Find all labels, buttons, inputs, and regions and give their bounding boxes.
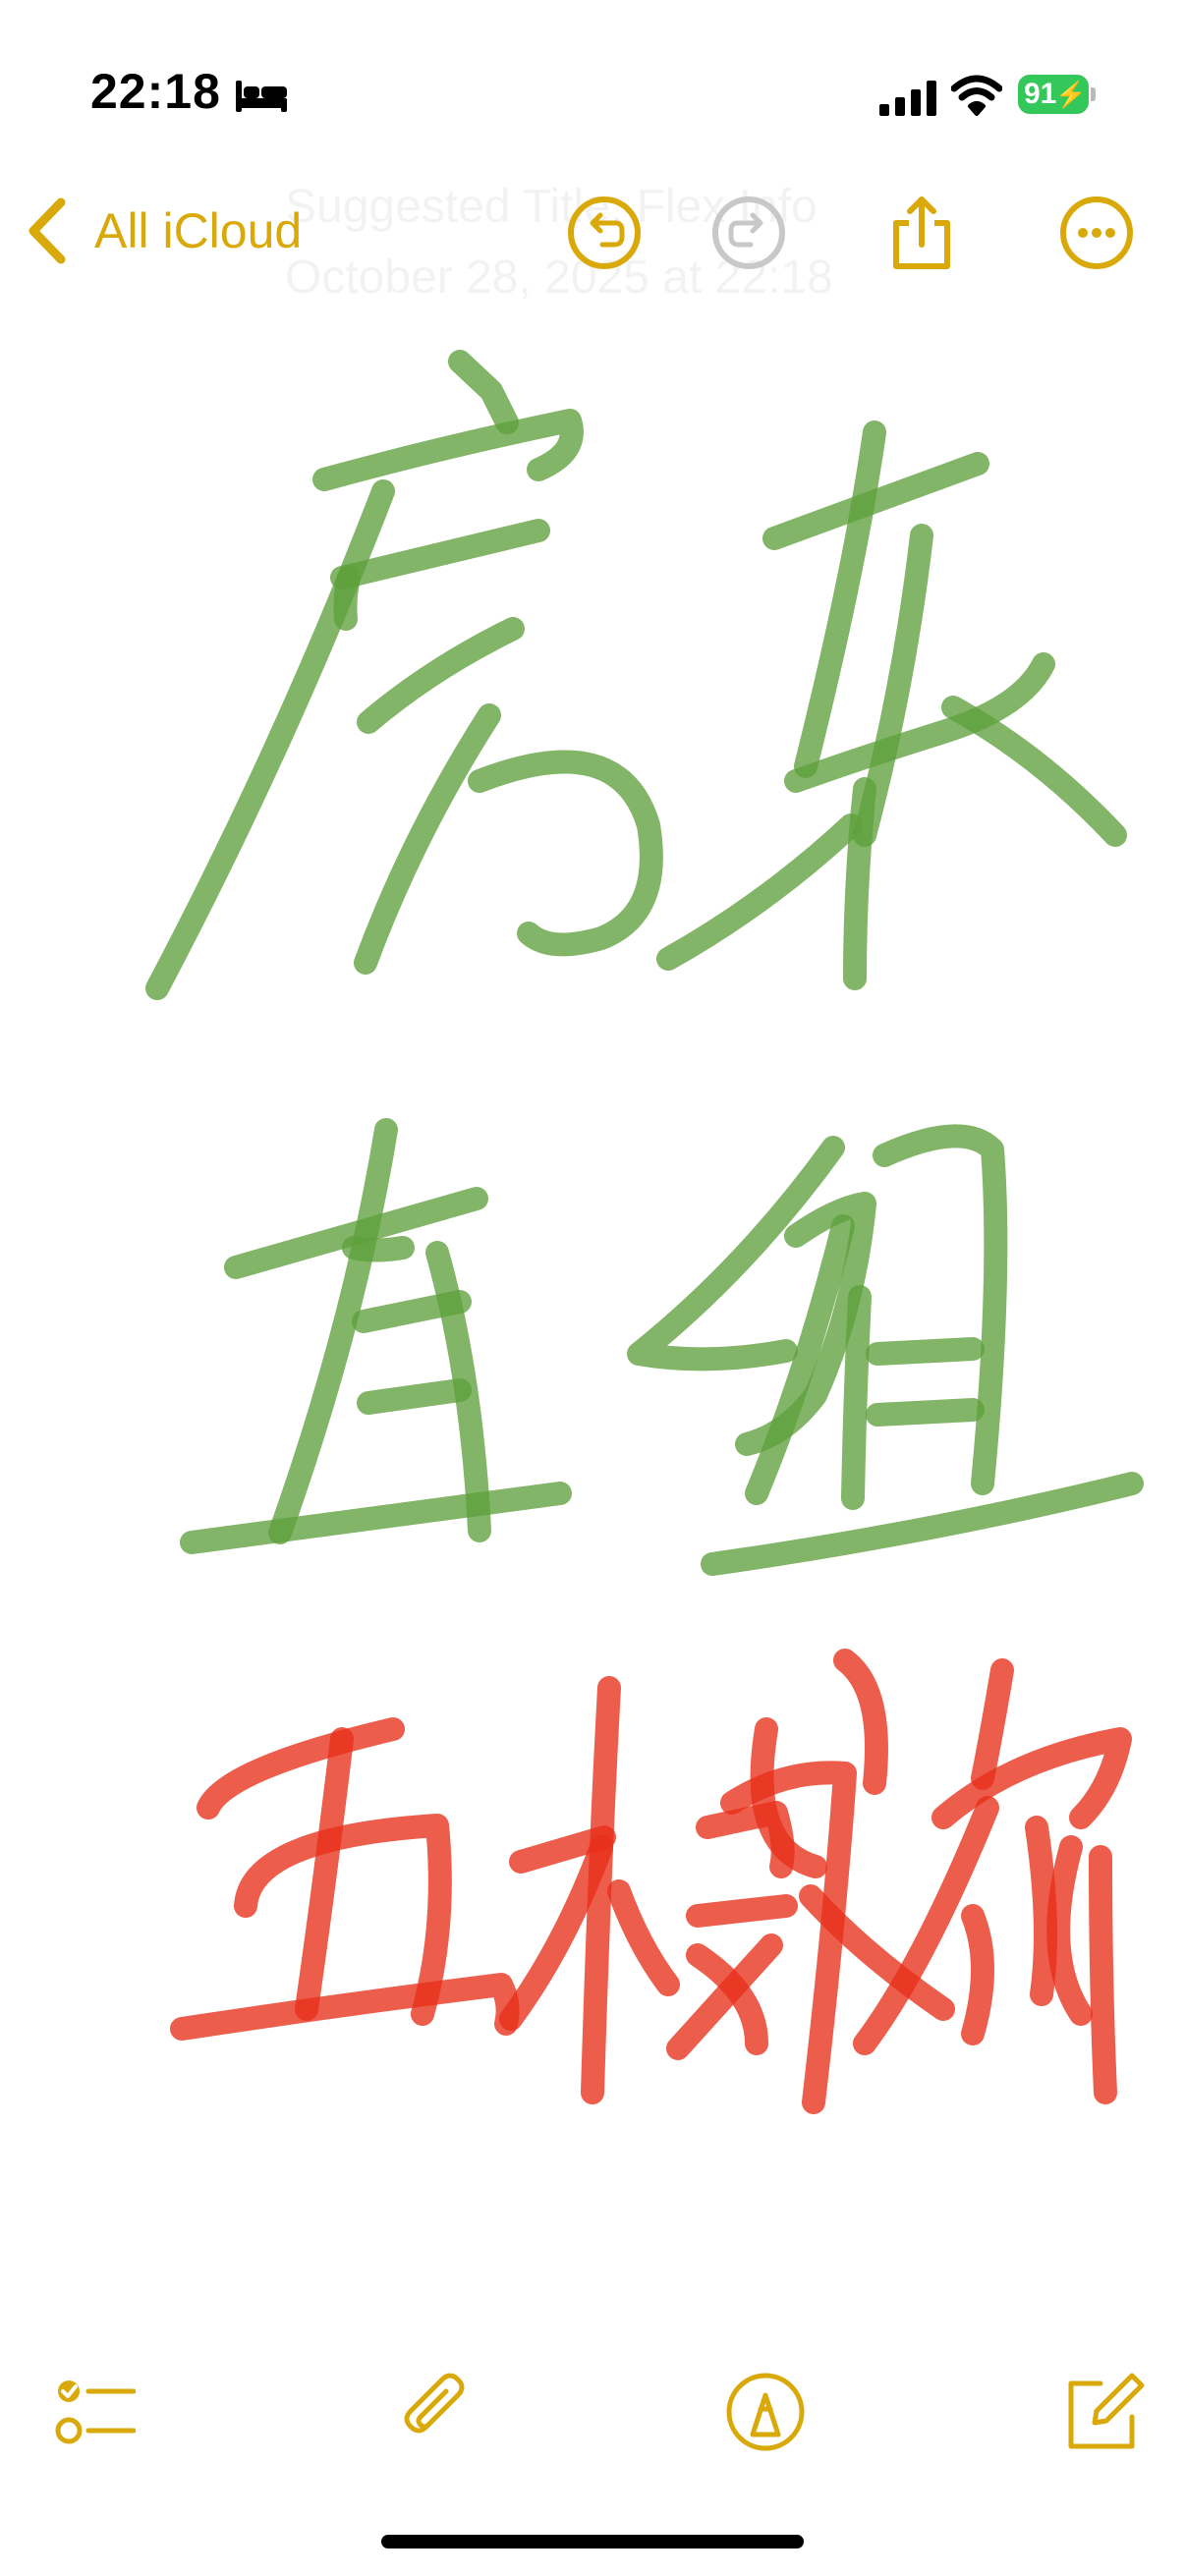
wifi-icon — [951, 75, 1002, 116]
battery-tip — [1091, 87, 1096, 101]
redo-icon[interactable] — [709, 194, 788, 272]
handwritten-character-2 — [656, 420, 1127, 990]
status-time: 22:18 — [90, 64, 221, 119]
markup-icon[interactable] — [723, 2370, 808, 2454]
attachment-icon[interactable] — [391, 2370, 476, 2454]
handwritten-character-7 — [853, 1658, 1132, 2104]
bottom-toolbar — [0, 2358, 1185, 2466]
checklist-icon[interactable] — [51, 2370, 136, 2454]
more-icon[interactable] — [1057, 194, 1136, 272]
undo-icon[interactable] — [565, 194, 644, 272]
bed-icon — [236, 81, 287, 112]
status-bar: 22:18 91 ⚡ — [0, 0, 1185, 187]
back-label: All iCloud — [94, 203, 303, 258]
battery-icon: 91 ⚡ — [1018, 75, 1097, 114]
home-indicator[interactable] — [381, 2535, 804, 2548]
handwritten-character-3 — [180, 1118, 572, 1554]
handwritten-character-5 — [170, 1717, 520, 2041]
back-button[interactable]: All iCloud — [24, 192, 302, 270]
handwriting-canvas[interactable] — [0, 295, 1185, 2299]
charging-bolt-icon: ⚡ — [1054, 80, 1087, 109]
signal-icon — [879, 81, 936, 116]
handwritten-character-4 — [627, 1124, 1144, 1576]
chevron-left-icon — [28, 197, 66, 264]
compose-icon[interactable] — [1061, 2370, 1146, 2454]
share-icon[interactable] — [882, 194, 961, 272]
nav-bar: Suggested Title: Flex Info October 28, 2… — [0, 172, 1185, 304]
handwritten-character-1 — [145, 350, 663, 1000]
